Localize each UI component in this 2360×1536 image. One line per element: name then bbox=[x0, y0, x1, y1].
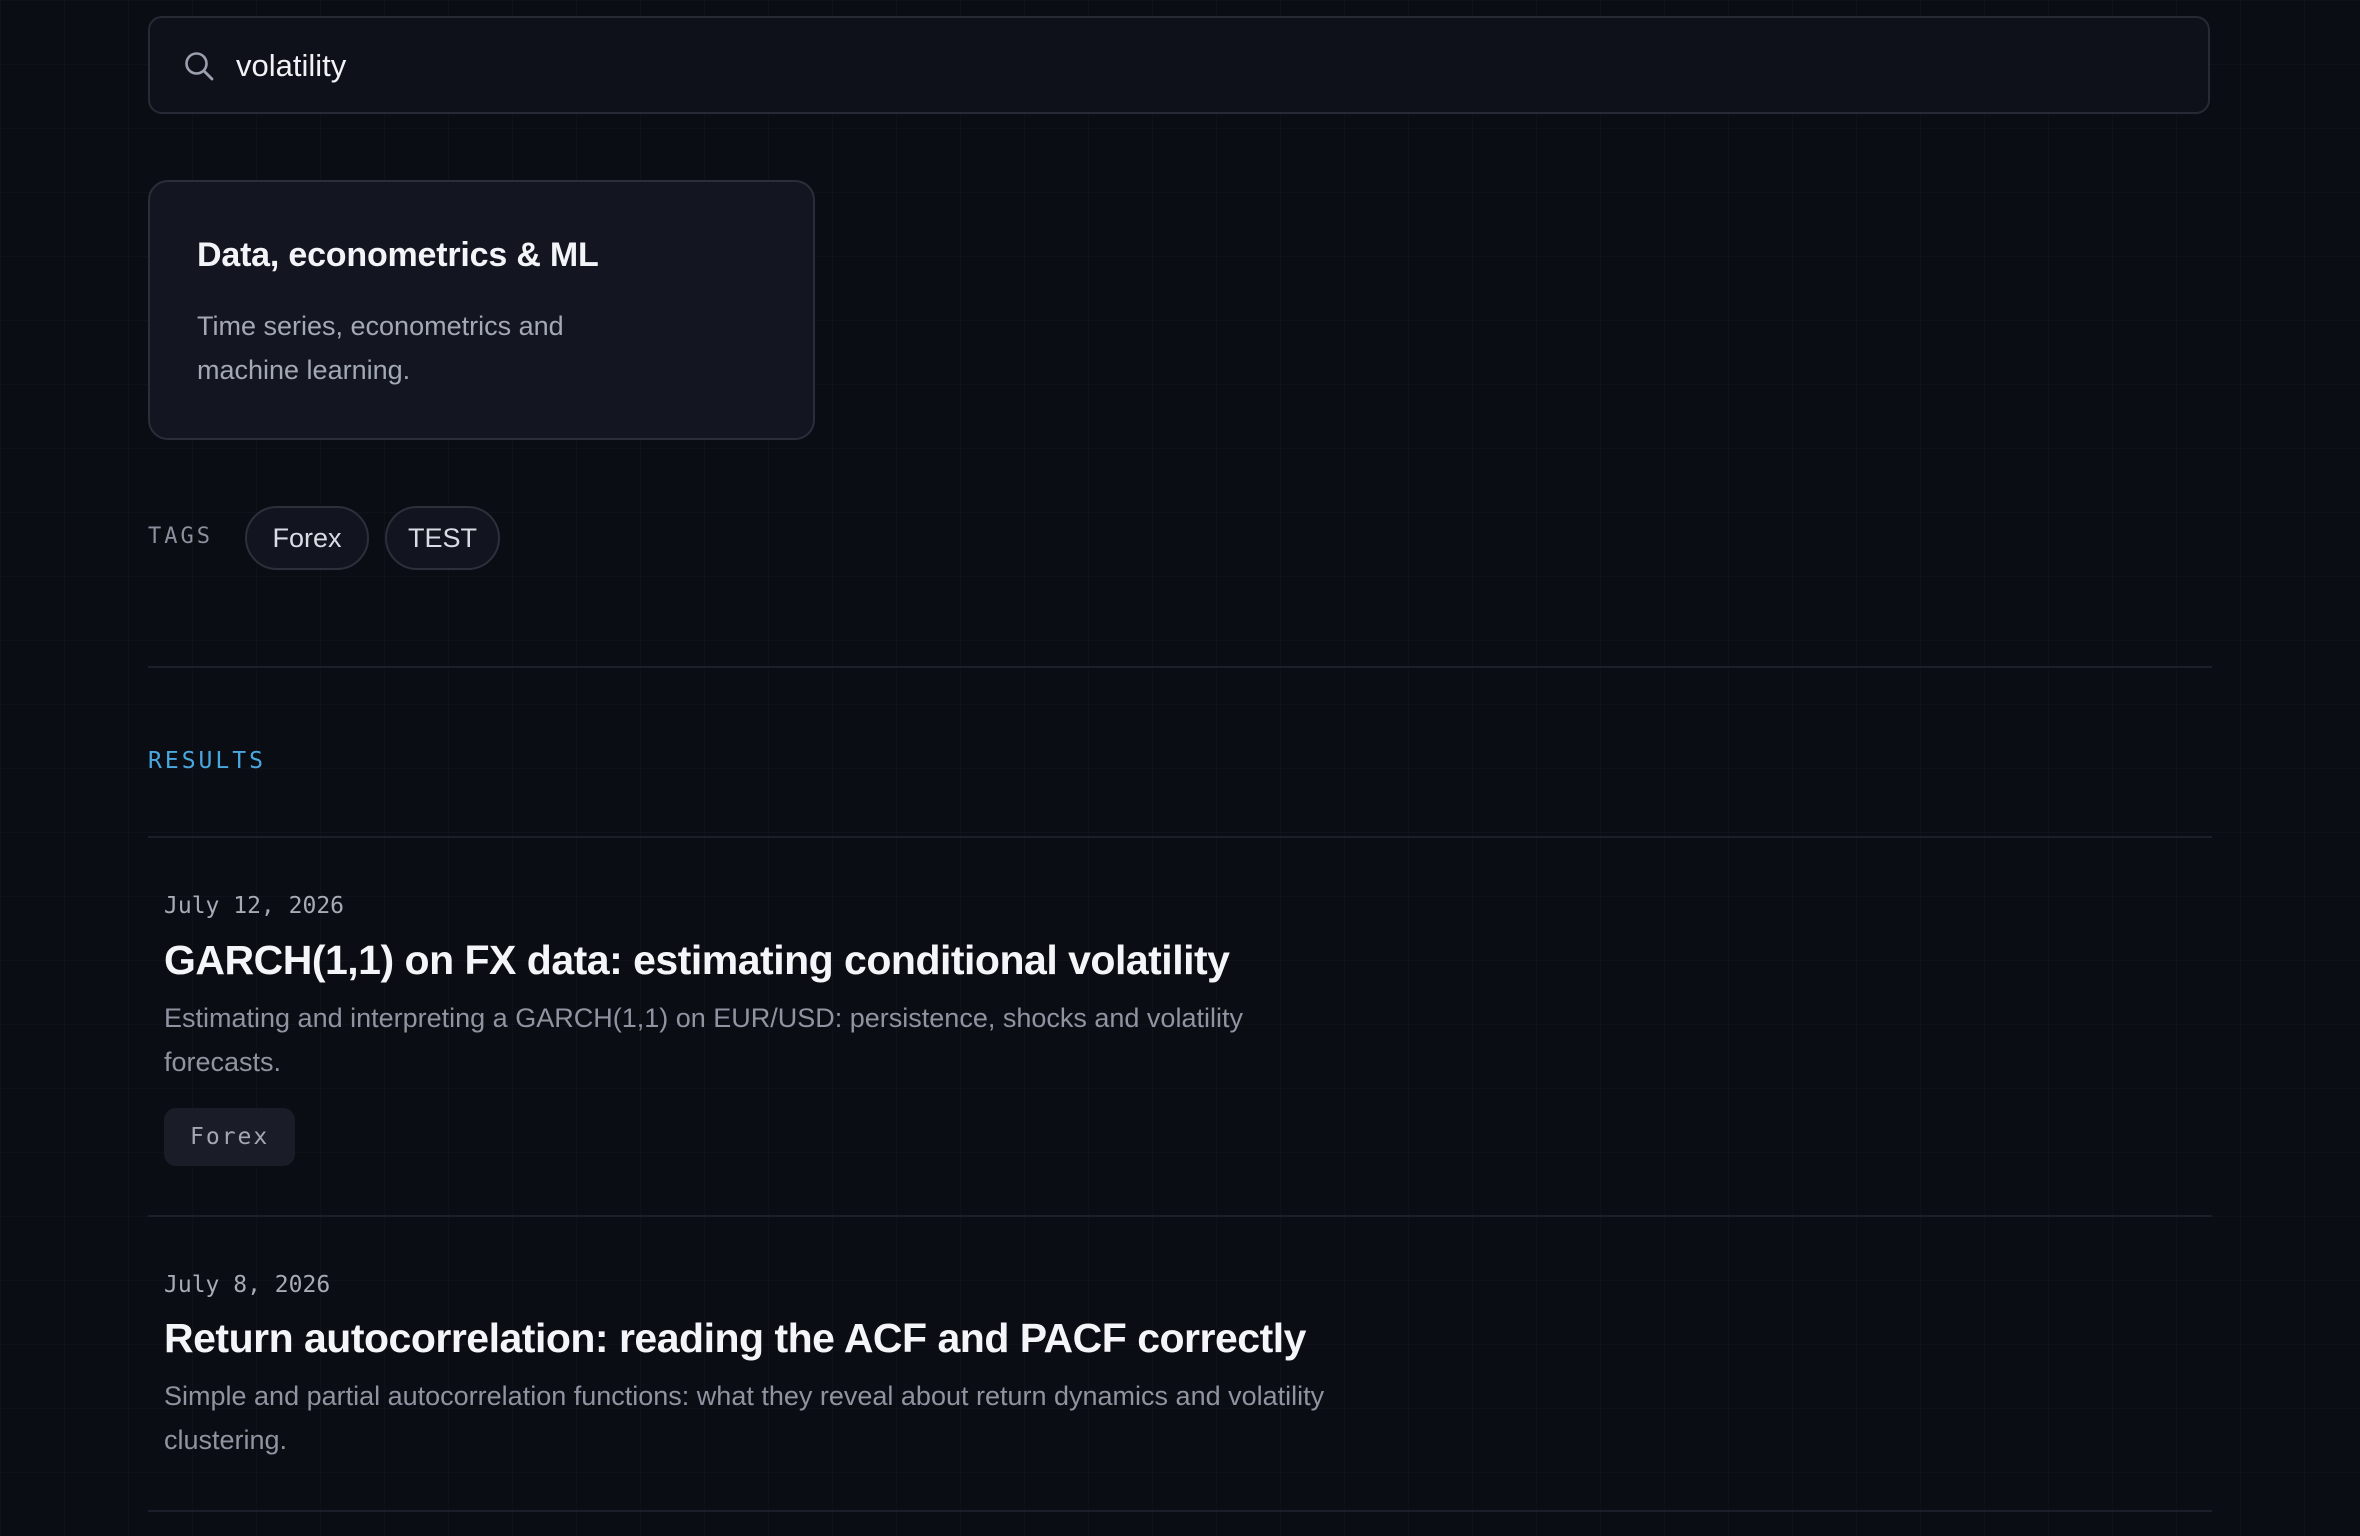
result-divider bbox=[148, 1510, 2212, 1512]
tag-filter-forex[interactable]: Forex bbox=[245, 506, 369, 570]
result-divider bbox=[148, 1215, 2212, 1217]
search-icon bbox=[185, 52, 214, 81]
category-description: Time series, econometrics and machine le… bbox=[197, 311, 564, 385]
result-date: July 12, 2026 bbox=[164, 893, 345, 919]
results-divider bbox=[148, 836, 2212, 838]
tag-filter-test[interactable]: TEST bbox=[385, 506, 500, 570]
result-title[interactable]: Return autocorrelation: reading the ACF … bbox=[164, 1315, 1306, 1362]
category-title: Data, econometrics & ML bbox=[197, 236, 599, 274]
search-bar[interactable] bbox=[148, 16, 2210, 114]
section-divider bbox=[148, 666, 2212, 668]
result-excerpt: Estimating and interpreting a GARCH(1,1)… bbox=[164, 1003, 1243, 1077]
results-heading: RESULTS bbox=[148, 748, 266, 774]
result-date: July 8, 2026 bbox=[164, 1272, 331, 1298]
tags-label: TAGS bbox=[148, 524, 213, 549]
result-title[interactable]: GARCH(1,1) on FX data: estimating condit… bbox=[164, 937, 1230, 984]
search-input[interactable] bbox=[236, 18, 2136, 114]
result-excerpt: Simple and partial autocorrelation funct… bbox=[164, 1381, 1325, 1455]
result-tag[interactable]: Forex bbox=[164, 1108, 296, 1166]
